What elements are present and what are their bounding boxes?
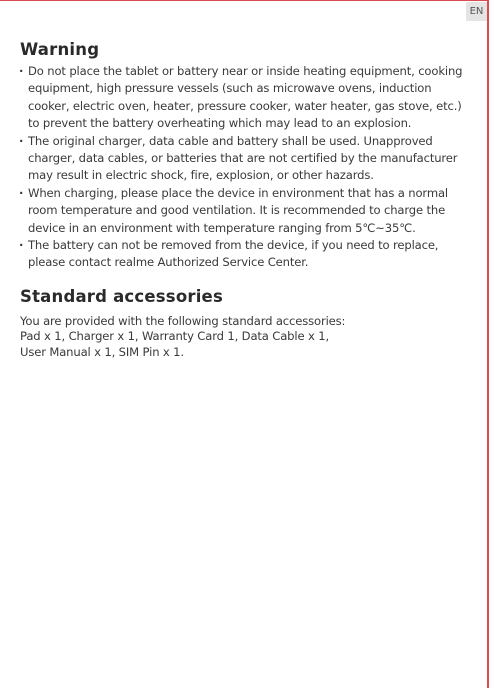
warning-item-charger: The original charger, data cable and bat… <box>19 133 470 185</box>
warning-item-battery-removal: The battery can not be removed from the … <box>19 237 470 272</box>
page-content: Warning Do not place the tablet or batte… <box>19 39 470 360</box>
accessories-heading: Standard accessories <box>20 286 223 306</box>
warning-item-heat: Do not place the tablet or battery near … <box>19 63 470 133</box>
warning-list: Do not place the tablet or battery near … <box>19 63 470 272</box>
manual-page: EN Warning Do not place the tablet or ba… <box>0 0 489 688</box>
warning-item-charging-environment: When charging, please place the device i… <box>19 185 470 237</box>
warning-heading: Warning <box>20 40 100 59</box>
accessories-text: You are provided with the following stan… <box>20 313 346 359</box>
language-tab: EN <box>466 2 487 21</box>
